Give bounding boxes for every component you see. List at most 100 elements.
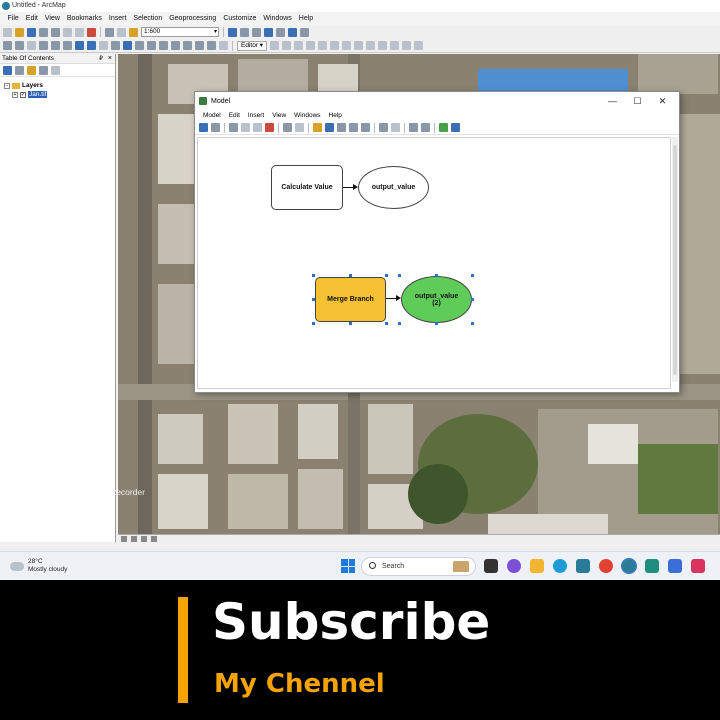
print-icon[interactable] <box>211 123 220 132</box>
task-view-icon[interactable] <box>484 559 498 573</box>
start-button[interactable] <box>341 559 355 573</box>
selection-handle[interactable] <box>398 322 401 325</box>
menu-view[interactable]: View <box>41 12 63 25</box>
paste-icon[interactable] <box>75 27 84 37</box>
list-by-selection-icon[interactable] <box>39 65 48 75</box>
undo-icon[interactable] <box>283 123 292 132</box>
edge-icon[interactable] <box>553 559 567 573</box>
find-route-icon[interactable] <box>183 41 192 50</box>
menu-geoprocessing[interactable]: Geoprocessing <box>166 12 220 25</box>
save-icon[interactable] <box>27 27 36 37</box>
editor-dropdown[interactable]: Editor ▾ <box>237 40 268 51</box>
recorder-app-icon[interactable] <box>691 559 705 573</box>
edit-tool-icon[interactable] <box>270 41 280 50</box>
cut-icon[interactable] <box>51 27 60 37</box>
new-document-icon[interactable] <box>3 27 12 37</box>
undo-icon[interactable] <box>105 27 114 37</box>
zoom-to-fit-icon[interactable] <box>361 123 370 132</box>
model-menu-model[interactable]: Model <box>199 110 225 121</box>
output-value-node[interactable]: output_value <box>358 166 429 209</box>
layer-visibility-checkbox[interactable]: ✓ <box>20 91 26 98</box>
hyperlink-icon[interactable] <box>135 41 144 50</box>
menu-bookmarks[interactable]: Bookmarks <box>63 12 105 25</box>
attributes-icon[interactable] <box>390 41 400 50</box>
validate-icon[interactable] <box>439 123 448 132</box>
menu-help[interactable]: Help <box>295 12 316 25</box>
model-builder-icon[interactable] <box>300 27 309 37</box>
save-icon[interactable] <box>199 123 208 132</box>
find-icon[interactable] <box>171 41 180 50</box>
taskbar-search[interactable]: Search <box>361 557 476 576</box>
model-menu-help[interactable]: Help <box>325 110 346 121</box>
add-data-icon[interactable] <box>129 27 138 37</box>
selection-handle[interactable] <box>398 274 401 277</box>
selection-handle[interactable] <box>435 322 438 325</box>
selection-handle[interactable] <box>471 298 474 301</box>
cut-polygons-icon[interactable] <box>354 41 364 50</box>
copy-icon[interactable] <box>241 123 250 132</box>
back-extent-icon[interactable] <box>75 41 84 50</box>
rotate-icon[interactable] <box>378 41 388 50</box>
redo-icon[interactable] <box>117 27 126 37</box>
menu-insert[interactable]: Insert <box>105 12 130 25</box>
model-title-bar[interactable]: Model — ☐ ✕ <box>195 92 679 110</box>
pan-icon[interactable] <box>391 123 400 132</box>
delete-icon[interactable] <box>87 27 96 37</box>
arcmap-taskbar-icon[interactable] <box>621 558 637 574</box>
output-value-2-node[interactable]: output_value (2) <box>401 276 472 323</box>
auto-layout-icon[interactable] <box>337 123 346 132</box>
selection-handle[interactable] <box>435 274 438 277</box>
weather-widget[interactable]: 28°C Mostly cloudy <box>8 558 67 574</box>
maximize-button[interactable]: ☐ <box>625 94 650 108</box>
menu-selection[interactable]: Selection <box>130 12 166 25</box>
trace-icon[interactable] <box>306 41 316 50</box>
model-menu-edit[interactable]: Edit <box>225 110 244 121</box>
chrome-icon[interactable] <box>599 559 613 573</box>
editor-toolbar-icon[interactable] <box>228 27 237 37</box>
sketch-properties-icon[interactable] <box>402 41 412 50</box>
point-icon[interactable] <box>318 41 328 50</box>
connect-icon[interactable] <box>421 123 430 132</box>
layout-view-icon[interactable] <box>131 536 137 542</box>
menu-windows[interactable]: Windows <box>260 12 295 25</box>
map-scale-input[interactable]: 1:600 <box>141 27 219 37</box>
selection-handle[interactable] <box>385 322 388 325</box>
time-slider-icon[interactable] <box>207 41 216 50</box>
data-view-icon[interactable] <box>121 536 127 542</box>
open-icon[interactable] <box>15 27 24 37</box>
options-icon[interactable] <box>51 65 60 75</box>
reshape-icon[interactable] <box>342 41 352 50</box>
search-window-icon[interactable] <box>264 27 273 37</box>
segment-icon[interactable] <box>294 41 304 50</box>
model-menu-windows[interactable]: Windows <box>290 110 324 121</box>
copy-icon[interactable] <box>63 27 72 37</box>
tree-root-label[interactable]: Layers <box>22 82 43 89</box>
calculate-value-node[interactable]: Calculate Value <box>271 165 343 210</box>
redo-icon[interactable] <box>295 123 304 132</box>
app-icon[interactable] <box>645 559 659 573</box>
pin-icon[interactable]: ₽ <box>99 54 103 64</box>
create-viewer-icon[interactable] <box>219 41 228 50</box>
split-icon[interactable] <box>366 41 376 50</box>
close-button[interactable]: ✕ <box>650 94 675 108</box>
pan-icon[interactable] <box>27 41 36 50</box>
full-extent-icon[interactable] <box>349 123 358 132</box>
full-extent-icon[interactable] <box>39 41 48 50</box>
zoom-in-icon[interactable] <box>3 41 12 50</box>
sketch-tool-icon[interactable] <box>282 41 292 50</box>
refresh-icon[interactable] <box>141 536 147 542</box>
model-menu-view[interactable]: View <box>268 110 290 121</box>
add-connection-icon[interactable] <box>325 123 334 132</box>
measure-icon[interactable] <box>159 41 168 50</box>
forward-extent-icon[interactable] <box>87 41 96 50</box>
select-icon[interactable] <box>409 123 418 132</box>
html-popup-icon[interactable] <box>147 41 156 50</box>
fixed-zoom-in-icon[interactable] <box>51 41 60 50</box>
file-explorer-icon[interactable] <box>530 559 544 573</box>
tree-layer-label[interactable]: Jan.tif <box>28 91 48 98</box>
cut-icon[interactable] <box>229 123 238 132</box>
app-icon[interactable] <box>668 559 682 573</box>
chat-icon[interactable] <box>507 559 521 573</box>
list-by-visibility-icon[interactable] <box>27 65 36 75</box>
print-icon[interactable] <box>39 27 48 37</box>
